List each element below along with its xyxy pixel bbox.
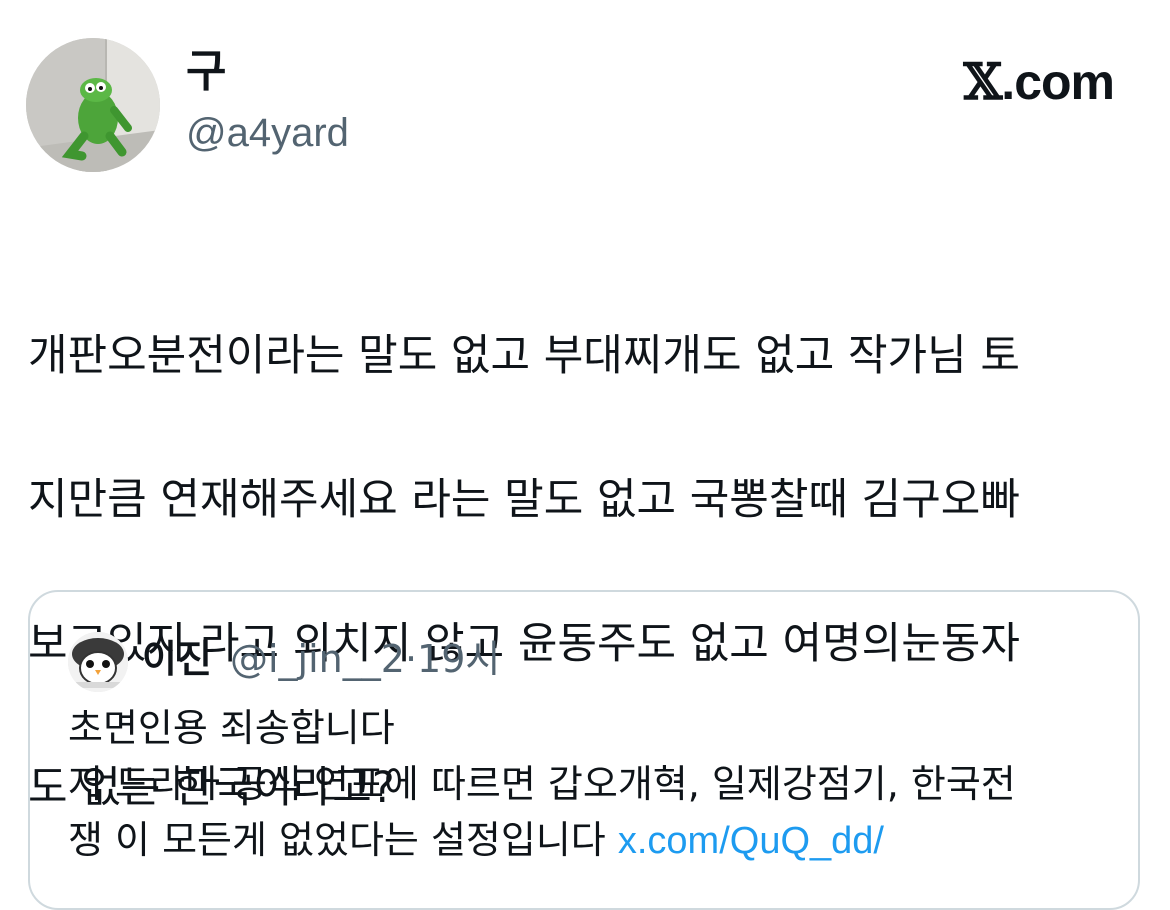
x-brand-logo: 𝕏.com [964, 52, 1115, 111]
quoted-author-handle[interactable]: @i_jin__2 [230, 637, 405, 681]
quoted-tweet-header: 이진 @i_jin__2·19시 [68, 628, 1068, 694]
quoted-tweet-link[interactable]: x.com/QuQ_dd/ [618, 820, 884, 862]
quoted-author-name[interactable]: 이진 [142, 634, 212, 684]
quoted-tweet-line-text: 쟁 이 모든게 없었다는 설정입니다 [68, 818, 606, 862]
brand-suffix: .com [1001, 54, 1115, 110]
x-logo-icon: 𝕏 [963, 52, 1003, 111]
tweet-header: 구 @a4yard 𝕏.com [26, 38, 1126, 172]
author-handle[interactable]: @a4yard [186, 108, 349, 158]
tweet-line: 개판오분전이라는 말도 없고 부대찌개도 없고 작가님 토 [28, 331, 1020, 381]
quoted-tweet-line-with-link: 쟁 이 모든게 없었다는 설정입니다 x.com/QuQ_dd/ [68, 812, 1108, 869]
quoted-tweet-line: 초면인용 죄송합니다 [68, 706, 395, 750]
author-avatar[interactable] [26, 38, 160, 172]
kermit-frog-avatar-icon [26, 38, 160, 172]
quoted-tweet-time[interactable]: 19시 [417, 637, 500, 681]
quoted-author-avatar[interactable] [68, 632, 128, 692]
author-name[interactable]: 구 [186, 46, 226, 98]
meta-separator: · [404, 637, 418, 681]
quoted-tweet-meta: @i_jin__2·19시 [230, 634, 500, 684]
tweet-line: 지만큼 연재해주세요 라는 말도 없고 국뽕찰때 김구오빠 [28, 475, 1020, 525]
quoted-tweet-text: 초면인용 죄송합니다 저 드라마 공식 연표에 따르면 갑오개혁, 일제강점기,… [68, 700, 1108, 869]
quoted-tweet-line: 저 드라마 공식 연표에 따르면 갑오개혁, 일제강점기, 한국전 [68, 762, 1016, 806]
quoted-tweet-card[interactable]: 이진 @i_jin__2·19시 초면인용 죄송합니다 저 드라마 공식 연표에… [28, 590, 1140, 910]
penguin-avatar-icon [68, 632, 128, 692]
